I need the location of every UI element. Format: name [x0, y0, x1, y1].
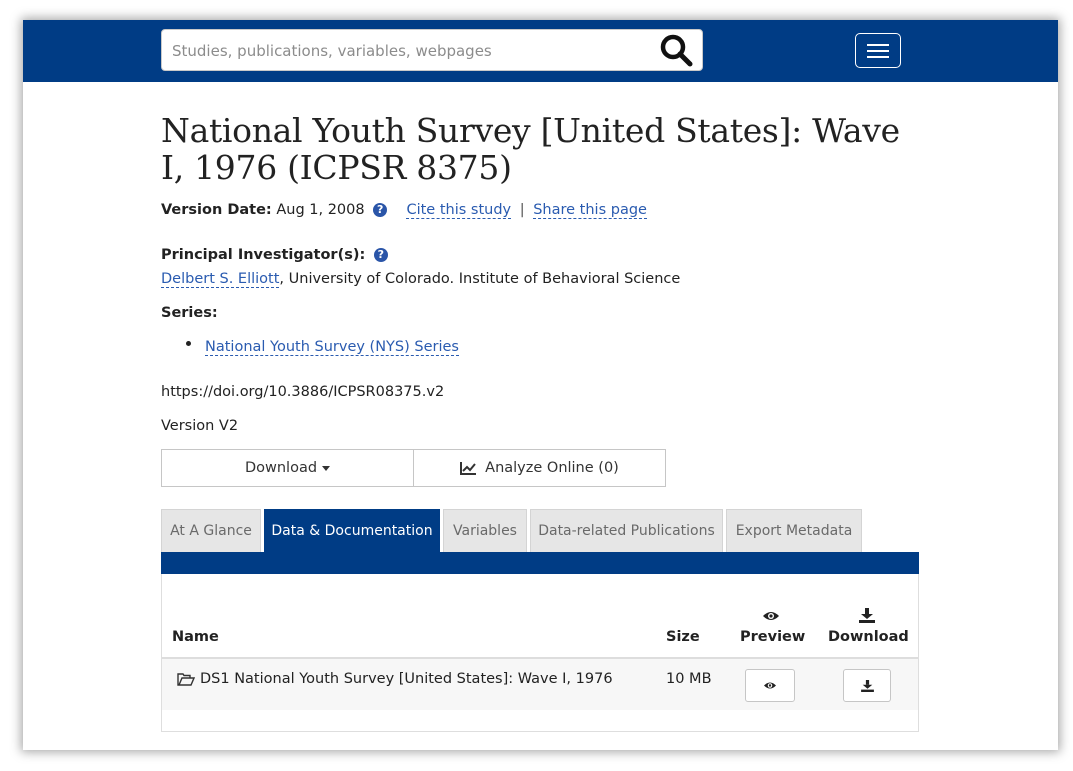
tab-export-metadata[interactable]: Export Metadata	[726, 509, 862, 552]
tab-content-header-bar	[161, 552, 919, 574]
cite-study-link[interactable]: Cite this study	[406, 202, 512, 219]
hamburger-icon-bar	[867, 56, 889, 58]
pi-row: Delbert S. Elliott, University of Colora…	[161, 271, 681, 288]
tab-label: Data & Documentation	[271, 523, 433, 539]
tab-variables[interactable]: Variables	[443, 509, 527, 552]
column-header-download: Download	[828, 629, 909, 645]
version-date-row: Version Date: Aug 1, 2008 ? Cite this st…	[161, 202, 647, 219]
search-button[interactable]	[658, 33, 696, 67]
tab-at-a-glance[interactable]: At A Glance	[161, 509, 261, 552]
tab-label: Variables	[453, 523, 517, 539]
hamburger-icon-bar	[867, 50, 889, 52]
tab-data-documentation[interactable]: Data & Documentation	[264, 509, 440, 552]
tab-label: Export Metadata	[735, 523, 853, 539]
dataset-size: 10 MB	[666, 671, 712, 687]
eye-icon	[764, 682, 776, 689]
column-header-name[interactable]: Name	[172, 629, 219, 645]
page-frame: National Youth Survey [United States]: W…	[23, 20, 1058, 750]
doi-text: https://doi.org/10.3886/ICPSR08375.v2	[161, 384, 445, 400]
preview-button[interactable]	[745, 669, 795, 702]
tab-label: At A Glance	[170, 523, 252, 539]
download-button-label: Download	[244, 460, 318, 476]
separator: |	[519, 202, 525, 218]
series-label: Series:	[161, 305, 218, 321]
analyze-button-label: Analyze Online (0)	[485, 460, 619, 476]
series-link[interactable]: National Youth Survey (NYS) Series	[205, 339, 459, 356]
download-icon	[860, 679, 874, 692]
analyze-online-button[interactable]: Analyze Online (0)	[413, 450, 665, 486]
version-text: Version V2	[161, 418, 239, 434]
menu-toggle-button[interactable]	[855, 33, 901, 68]
column-header-size[interactable]: Size	[666, 629, 700, 645]
line-chart-icon	[460, 461, 477, 475]
pi-help-icon[interactable]: ?	[373, 248, 388, 262]
folder-open-icon	[177, 673, 195, 686]
column-header-preview: Preview	[740, 629, 806, 645]
list-bullet	[186, 341, 191, 346]
search-icon	[660, 34, 693, 67]
eye-icon	[763, 612, 779, 620]
page-title: National Youth Survey [United States]: W…	[161, 111, 900, 187]
series-label-row: Series:	[161, 305, 218, 321]
search-box	[161, 29, 703, 72]
pi-affiliation: , University of Colorado. Institute of B…	[279, 271, 681, 287]
hamburger-icon	[867, 44, 889, 46]
table-row: DS1 National Youth Survey [United States…	[162, 659, 918, 710]
download-dropdown-button[interactable]: Download	[162, 450, 413, 486]
version-date-label: Version Date:	[161, 202, 272, 218]
caret-down-icon	[322, 465, 331, 471]
download-file-button[interactable]	[843, 669, 891, 702]
search-input[interactable]	[170, 30, 654, 72]
tab-data-related-publications[interactable]: Data-related Publications	[530, 509, 723, 552]
pi-label: Principal Investigator(s):	[161, 247, 366, 263]
tab-label: Data-related Publications	[538, 523, 715, 539]
top-navbar	[23, 20, 1058, 82]
version-date-value: Aug 1, 2008	[276, 202, 365, 218]
data-documentation-panel: Name Size Preview Download DS1 National …	[161, 574, 919, 732]
download-icon	[859, 608, 875, 623]
version-help-icon[interactable]: ?	[373, 203, 388, 217]
share-page-link[interactable]: Share this page	[533, 202, 647, 219]
action-button-group: Download Analyze Online (0)	[161, 449, 666, 487]
pi-label-row: Principal Investigator(s): ?	[161, 247, 388, 263]
pi-name-link[interactable]: Delbert S. Elliott	[161, 271, 280, 288]
series-item: National Youth Survey (NYS) Series	[205, 339, 459, 356]
dataset-name[interactable]: DS1 National Youth Survey [United States…	[200, 671, 613, 687]
